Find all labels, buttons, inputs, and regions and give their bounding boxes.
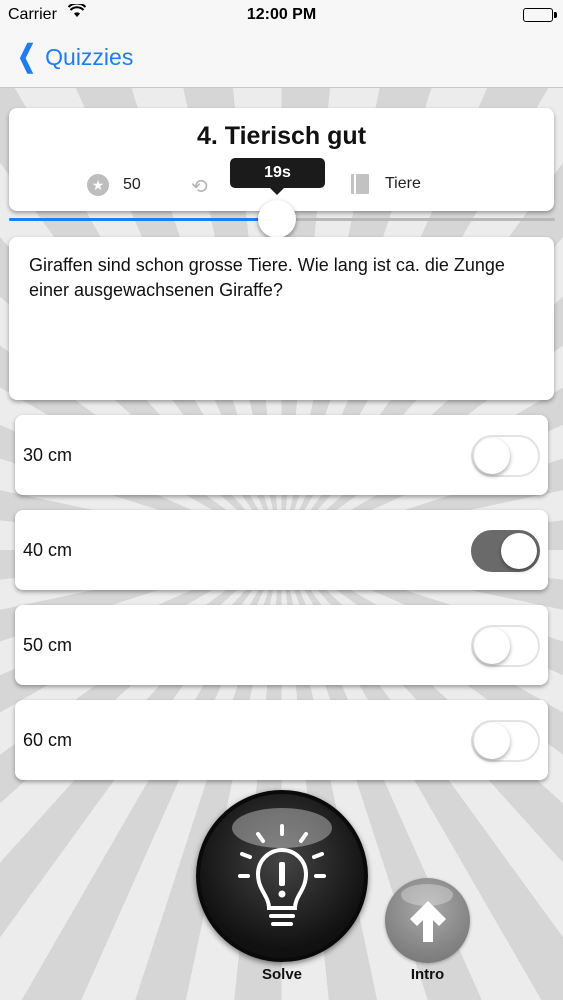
lightbulb-icon [238, 824, 326, 926]
points-value: 50 [123, 176, 141, 193]
status-bar: Carrier 12:00 PM [0, 0, 563, 30]
solve-button[interactable] [196, 790, 368, 962]
history-icon: ⟲ [191, 176, 208, 198]
answer-toggle[interactable] [471, 625, 540, 667]
answer-toggle[interactable] [471, 530, 540, 572]
chevron-left-icon: ❮ [17, 40, 36, 73]
quiz-title: 4. Tierisch gut [196, 122, 367, 150]
arrow-up-icon [410, 901, 446, 942]
answer-label: 50 cm [23, 635, 73, 655]
question-text: Giraffen sind schon grosse Tiere. Wie la… [29, 255, 505, 300]
timer-tooltip: 19s [230, 158, 325, 195]
timer-slider-fill [9, 218, 277, 221]
category-info: Tiere [351, 174, 421, 194]
star-icon: ★ [87, 174, 109, 196]
answer-option-2[interactable]: 40 cm [15, 510, 548, 590]
answer-option-1[interactable]: 30 cm [15, 415, 548, 495]
answer-toggle[interactable] [471, 435, 540, 477]
intro-button[interactable] [385, 878, 470, 963]
solve-label: Solve [261, 966, 303, 983]
back-label: Quizzies [45, 43, 134, 70]
question-card: Giraffen sind schon grosse Tiere. Wie la… [9, 237, 554, 400]
answer-label: 60 cm [23, 730, 73, 750]
answer-toggle[interactable] [471, 720, 540, 762]
clock: 12:00 PM [246, 6, 317, 23]
battery-icon [523, 8, 557, 22]
category-value: Tiere [385, 175, 421, 192]
answer-label: 30 cm [23, 445, 73, 465]
answer-option-3[interactable]: 50 cm [15, 605, 548, 685]
answer-option-4[interactable]: 60 cm [15, 700, 548, 780]
time-info: ⟲ [191, 174, 222, 199]
navigation-bar: ❮ Quizzies [0, 30, 563, 88]
points-info: ★ 50 [87, 174, 141, 196]
intro-label: Intro [410, 966, 445, 983]
book-icon [351, 174, 369, 194]
answer-label: 40 cm [23, 540, 73, 560]
back-button[interactable]: ❮ Quizzies [14, 42, 133, 72]
timer-slider-thumb[interactable] [258, 200, 296, 238]
